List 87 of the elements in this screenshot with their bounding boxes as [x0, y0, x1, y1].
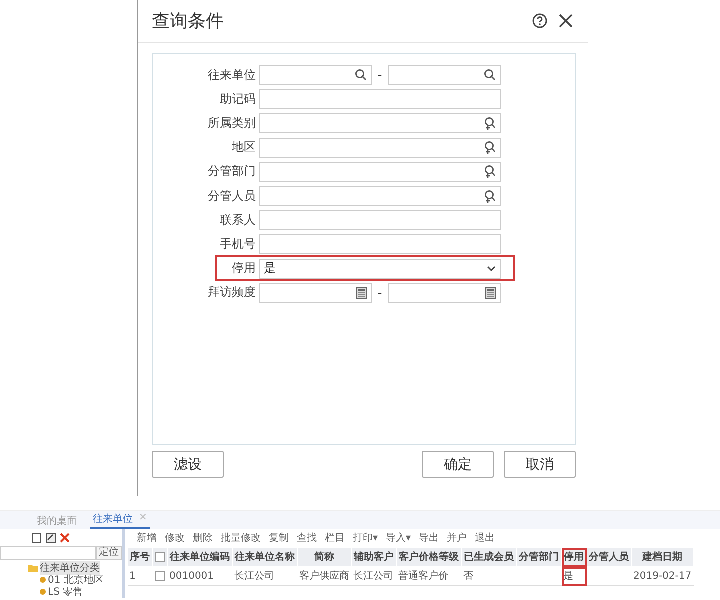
toolbar-button[interactable]: 查找 [297, 531, 317, 545]
field-label: 分管人员 [207, 188, 257, 205]
tree-item[interactable]: LS 零售 [48, 585, 84, 599]
caret-icon: ▾ [406, 533, 412, 544]
tree-item[interactable]: 往来单位分类 [40, 561, 100, 575]
field-label: 停用 [231, 260, 257, 278]
chevron-icon[interactable] [487, 266, 496, 272]
help-icon[interactable] [532, 13, 548, 29]
table-cell: 0010001 [168, 566, 232, 586]
checkbox[interactable] [155, 552, 165, 562]
table-cell: 2019-02-17 [632, 566, 694, 586]
calendar-icon[interactable] [485, 286, 496, 299]
node-icon [40, 589, 46, 595]
reference-field[interactable] [259, 162, 501, 182]
delete-icon[interactable] [60, 533, 70, 543]
edit-icon[interactable] [46, 533, 56, 543]
toolbar-button[interactable]: 复制 [269, 531, 289, 545]
toolbar-button[interactable]: 新增 [137, 531, 157, 545]
reference-search-icon[interactable] [484, 190, 496, 203]
field-label: 地区 [231, 139, 257, 156]
node-icon [40, 577, 46, 583]
field-label: 所属类别 [207, 114, 257, 132]
input-field[interactable] [259, 210, 501, 230]
reference-field[interactable] [259, 138, 501, 158]
filter-settings-button[interactable]: 滤设 [152, 451, 224, 478]
table-cell: 普通客户价 [396, 566, 462, 586]
field-label: 助记码 [219, 90, 257, 108]
table-cell: 长江公司 [232, 566, 298, 586]
search-field[interactable] [0, 546, 96, 560]
column-header: 分管人员 [586, 548, 632, 566]
locate-button[interactable]: 定位 [96, 546, 122, 560]
toolbar-button[interactable]: 导出 [419, 531, 440, 545]
table-cell: 1 [128, 566, 152, 586]
calendar-icon[interactable] [356, 286, 367, 299]
field-label: 往来单位 [207, 66, 257, 84]
column-header: 建档日期 [632, 548, 694, 566]
search-icon[interactable] [355, 69, 367, 82]
toolbar-button[interactable]: 批量修改 [221, 531, 261, 545]
column-header: 已生成会员 [462, 548, 516, 566]
table-cell: 客户供应商 [298, 566, 352, 586]
tree-item[interactable]: 01 北京地区 [48, 573, 104, 587]
tab[interactable]: 往来单位 × [90, 512, 150, 529]
toolbar-button[interactable]: 并户 [447, 531, 468, 545]
range-separator: - [376, 68, 384, 82]
column-header: 序号 [128, 548, 152, 566]
column-header: 辅助客户 [352, 548, 396, 566]
input-field[interactable] [259, 282, 372, 303]
toolbar-button[interactable]: 打印▾ [353, 531, 378, 545]
search-icon[interactable] [484, 69, 496, 82]
reference-field[interactable] [259, 113, 501, 134]
folder-icon [28, 564, 38, 572]
toolbar-button[interactable]: 删除 [193, 531, 213, 545]
toolbar-button[interactable]: 栏目 [325, 531, 345, 545]
input-field[interactable] [259, 234, 501, 254]
input-field[interactable] [259, 65, 372, 86]
field-label: 联系人 [219, 212, 257, 229]
column-header: 分管部门 [516, 548, 562, 566]
field-label: 手机号 [219, 236, 257, 253]
column-header: 往来单位编码 [168, 548, 232, 566]
close-icon[interactable] [558, 13, 574, 29]
table-cell: 否 [462, 566, 516, 586]
reference-search-icon[interactable] [484, 141, 496, 154]
dialog-button[interactable]: 取消 [504, 451, 576, 478]
range-separator: - [376, 286, 384, 300]
table-cell: 是 [562, 566, 586, 586]
reference-field[interactable] [259, 186, 501, 206]
field-label: 分管部门 [207, 163, 257, 180]
input-field[interactable] [388, 282, 501, 303]
column-header: 停用 [562, 548, 586, 566]
input-field[interactable] [388, 65, 501, 86]
reference-search-icon[interactable] [484, 165, 496, 178]
document-icon[interactable] [32, 533, 42, 543]
reference-search-icon[interactable] [484, 116, 496, 130]
toolbar-button[interactable]: 导入▾ [386, 531, 412, 545]
input-field[interactable] [259, 89, 501, 110]
dialog-button[interactable]: 确定 [422, 451, 494, 478]
column-header: 简称 [298, 548, 352, 566]
caret-icon: ▾ [373, 533, 378, 544]
column-header: 客户价格等级 [396, 548, 462, 566]
toolbar-button[interactable]: 退出 [475, 531, 496, 545]
field-label: 拜访频度 [207, 284, 257, 302]
column-header: 往来单位名称 [232, 548, 298, 566]
table-cell: 长江公司 [352, 566, 396, 586]
dialog-title: 查询条件 [152, 10, 225, 33]
checkbox[interactable] [154, 570, 164, 581]
toolbar-button[interactable]: 修改 [165, 531, 185, 545]
select-field[interactable]: 是 [259, 258, 501, 279]
